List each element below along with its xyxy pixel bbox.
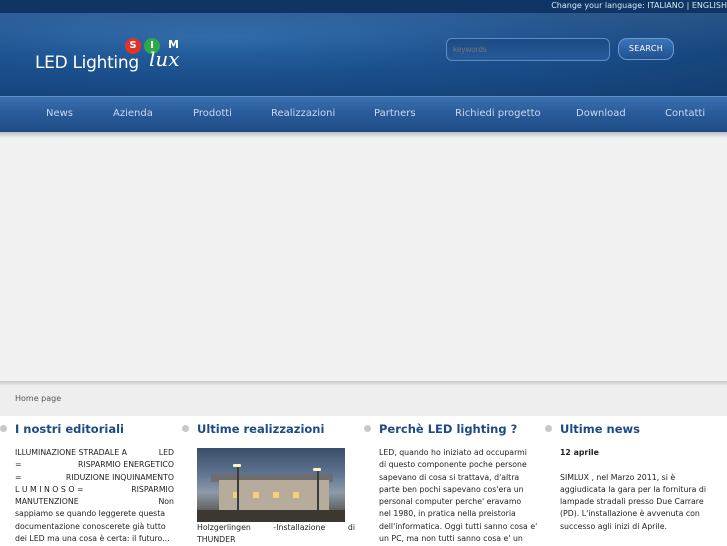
perche-body[interactable]: LED, quando ho iniziato ad occuparmi di … — [379, 447, 538, 545]
perche-line: sapevano di cosa si trattava, d'altra — [379, 472, 520, 482]
news-line: lampade stradali presso Due Carrare — [560, 497, 704, 507]
news-line: successo agli inizi di Aprile. — [560, 521, 667, 531]
editoriali-line: documentazione conoscerete già tutto — [15, 521, 166, 531]
search-button[interactable]: SEARCH — [618, 38, 674, 60]
editoriali-line: ILLUMINAZIONE STRADALE A LED — [15, 448, 174, 457]
photo-lamp-light — [313, 468, 321, 471]
main-nav: News Azienda Prodotti Realizzazioni Part… — [0, 96, 727, 132]
photo-window — [293, 492, 299, 498]
news-line: aggiudicata la gara per la fornitura di — [560, 484, 707, 494]
sim-letter-s: S — [125, 38, 141, 54]
realizzazioni-title[interactable]: Ultime realizzazioni — [182, 420, 324, 440]
editoriali-line: MANUTENZIONE Non — [15, 497, 174, 507]
editoriali-line: = RISPARMIO ENERGETICO — [15, 460, 174, 470]
perche-title-text: Perchè LED lighting ? — [379, 422, 518, 436]
perche-line: di questo componente poche persone — [379, 460, 527, 470]
language-selector[interactable]: Change your language: ITALIANO | ENGLISH — [551, 1, 727, 10]
column-news: Ultime news — [545, 420, 640, 440]
nav-item-download[interactable]: Download — [576, 108, 626, 119]
column-realizzazioni: Ultime realizzazioni — [182, 420, 324, 440]
nav-item-azienda[interactable]: Azienda — [113, 108, 153, 119]
nav-item-realizzazioni[interactable]: Realizzazioni — [271, 108, 335, 119]
news-line: SIMLUX , nel Marzo 2011, si è — [560, 472, 676, 482]
perche-line: LED, quando ho iniziato ad occuparmi — [379, 448, 527, 457]
news-title[interactable]: Ultime news — [545, 420, 640, 440]
editoriali-body[interactable]: ILLUMINAZIONE STRADALE A LED = RISPARMIO E… — [15, 447, 174, 545]
photo-ground — [197, 510, 345, 522]
perche-line: personal computer perche' eravamo — [379, 497, 522, 507]
language-bar: Change your language: ITALIANO | ENGLISH — [0, 0, 727, 13]
photo-window — [253, 492, 259, 498]
nav-item-partners[interactable]: Partners — [374, 108, 416, 119]
perche-line: nel 1980, in pratica nella preistoria — [379, 509, 516, 519]
editoriali-line: L U M I N O S O = RISPARMIO — [15, 484, 174, 494]
editoriali-line: dei LED ma una cosa è certa: il futuro..… — [15, 534, 170, 544]
news-date: 12 aprile — [560, 448, 599, 457]
editoriali-title[interactable]: I nostri editoriali — [0, 420, 124, 440]
column-editoriali: I nostri editoriali — [0, 420, 124, 440]
breadcrumb[interactable]: Home page — [15, 394, 61, 403]
photo-window — [273, 492, 279, 498]
editoriali-line: sappiamo se quando leggerete questa — [15, 509, 166, 519]
perche-title[interactable]: Perchè LED lighting ? — [364, 420, 517, 440]
bullet-icon — [182, 425, 189, 432]
editoriali-title-text: I nostri editoriali — [15, 422, 124, 436]
column-perche: Perchè LED lighting ? — [364, 420, 517, 440]
news-title-text: Ultime news — [560, 422, 640, 436]
bullet-icon — [545, 425, 552, 432]
banner-area — [0, 138, 727, 381]
nav-item-contatti[interactable]: Contatti — [665, 108, 705, 119]
search-input[interactable] — [446, 38, 610, 61]
breadcrumb-bar: Home page — [0, 385, 727, 416]
site-logo[interactable]: S I M LED Lighting lux — [35, 37, 215, 81]
caption-line: THUNDER — [197, 535, 236, 544]
bullet-icon — [364, 425, 371, 432]
perche-line: un PC, ma non tutti sanno cosa e' un — [379, 534, 523, 544]
nav-item-prodotti[interactable]: Prodotti — [193, 108, 232, 119]
news-body[interactable]: 12 aprile SIMLUX , nel Marzo 2011, si è … — [560, 447, 719, 533]
caption-word: -Installazione — [273, 523, 326, 532]
logo-lux: lux — [149, 47, 180, 71]
news-spacer — [560, 459, 719, 471]
editoriali-line: = RIDUZIONE INQUINAMENTO — [15, 472, 174, 482]
caption-word: di — [347, 523, 355, 532]
caption-word: Holzgerlingen — [197, 523, 251, 532]
realizzazione-caption[interactable]: Holzgerlingen -Installazione di THUNDER — [197, 522, 355, 546]
perche-line: dell'informatica. Oggi tutti sanno cosa … — [379, 521, 538, 531]
realizzazione-photo[interactable] — [197, 448, 345, 522]
photo-lamp-pole — [237, 466, 239, 512]
nav-item-richiedi-progetto[interactable]: Richiedi progetto — [455, 108, 541, 119]
bullet-icon — [0, 425, 7, 432]
photo-lamp-light — [233, 464, 241, 467]
news-line: (PD). L'installazione è avvenuta con — [560, 509, 700, 519]
logo-text: LED Lighting — [35, 53, 139, 73]
nav-item-news[interactable]: News — [46, 108, 73, 119]
realizzazioni-title-text: Ultime realizzazioni — [197, 422, 325, 436]
site-header: Change your language: ITALIANO | ENGLISH… — [0, 0, 727, 96]
perche-line: parte ben pochi sapevano cos'era un — [379, 484, 524, 494]
photo-lamp-pole — [317, 470, 319, 512]
caption-line: Holzgerlingen -Installazione di — [197, 522, 355, 534]
